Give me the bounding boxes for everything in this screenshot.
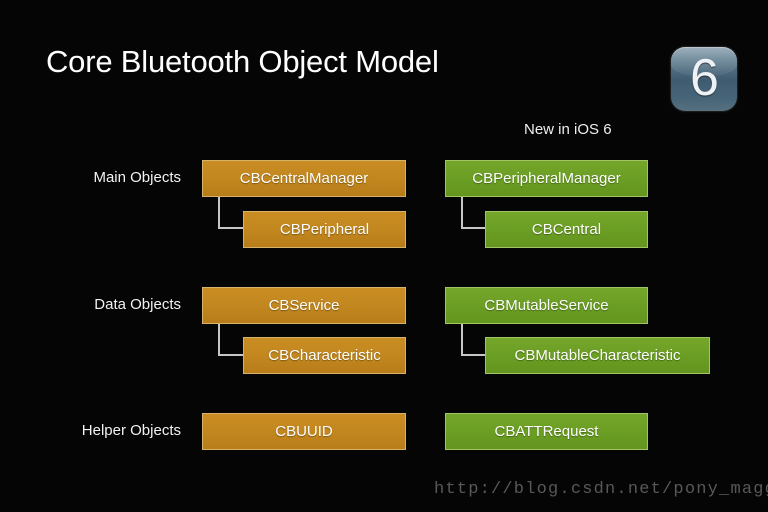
connector-cbperipheralmanager-cbcentral	[461, 197, 487, 229]
node-cbuuid[interactable]: CBUUID	[202, 413, 406, 450]
node-cbperipheral[interactable]: CBPeripheral	[243, 211, 406, 248]
connector-vertical-segment	[218, 197, 220, 229]
connector-cbservice-cbcharacteristic	[218, 324, 244, 356]
connector-vertical-segment	[461, 197, 463, 229]
ios-version-badge-icon: 6	[671, 47, 737, 111]
node-cbattrequest[interactable]: CBATTRequest	[445, 413, 648, 450]
connector-horizontal-segment	[461, 227, 487, 229]
connector-vertical-segment	[218, 324, 220, 356]
row-label-main-objects: Main Objects	[93, 169, 181, 186]
node-cbperipheralmanager[interactable]: CBPeripheralManager	[445, 160, 648, 197]
badge-version-number: 6	[690, 49, 719, 107]
node-cbcentral[interactable]: CBCentral	[485, 211, 648, 248]
connector-horizontal-segment	[461, 354, 487, 356]
connector-vertical-segment	[461, 324, 463, 356]
connector-horizontal-segment	[218, 354, 244, 356]
node-cbcharacteristic[interactable]: CBCharacteristic	[243, 337, 406, 374]
page-title: Core Bluetooth Object Model	[46, 44, 439, 79]
connector-cbmutableservice-cbmutablecharacteristic	[461, 324, 487, 356]
connector-horizontal-segment	[218, 227, 244, 229]
node-cbservice[interactable]: CBService	[202, 287, 406, 324]
row-label-helper-objects: Helper Objects	[81, 422, 181, 439]
row-label-data-objects: Data Objects	[94, 296, 181, 313]
connector-cbcentralmanager-cbperipheral	[218, 197, 244, 229]
node-cbmutablecharacteristic[interactable]: CBMutableCharacteristic	[485, 337, 710, 374]
slide-canvas: Core Bluetooth Object Model 6 New in iOS…	[0, 0, 768, 512]
watermark-url: http://blog.csdn.net/pony_maggie	[434, 480, 768, 499]
node-cbmutableservice[interactable]: CBMutableService	[445, 287, 648, 324]
node-cbcentralmanager[interactable]: CBCentralManager	[202, 160, 406, 197]
new-in-ios-caption: New in iOS 6	[524, 121, 612, 138]
